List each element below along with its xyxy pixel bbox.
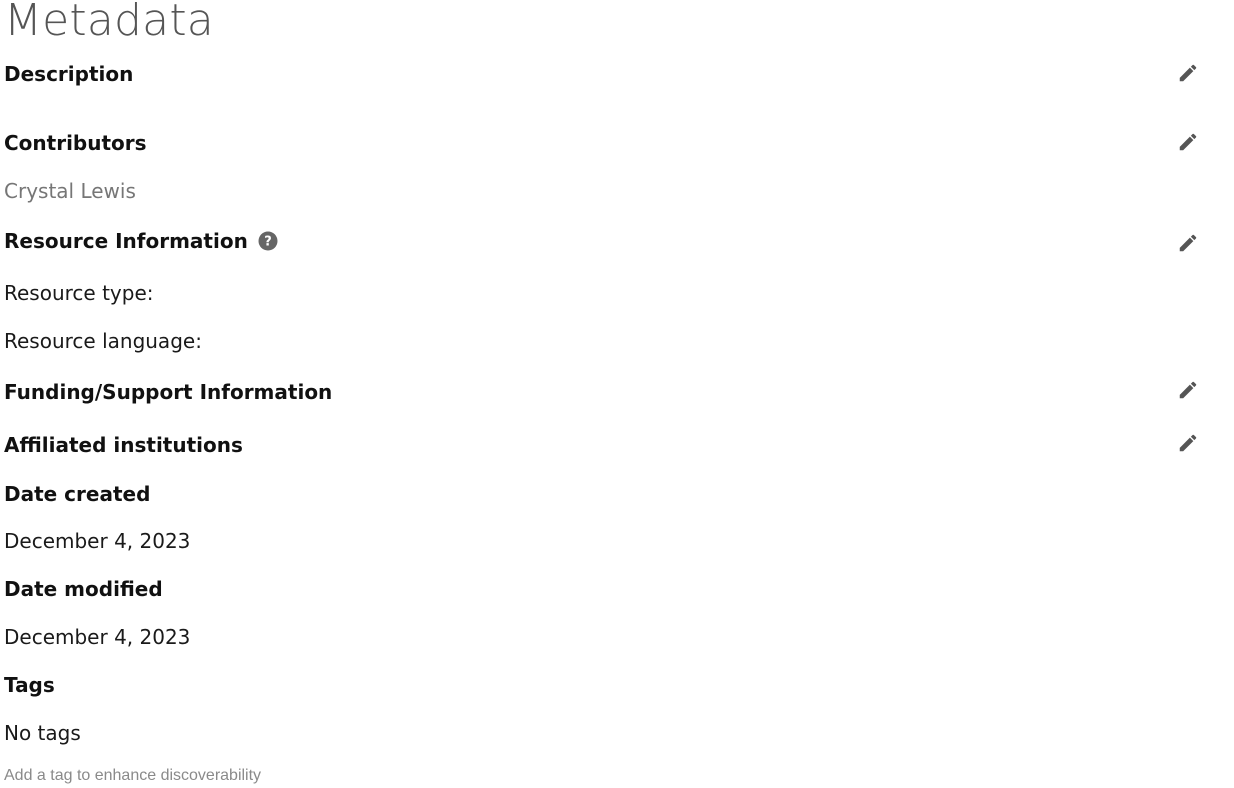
pencil-icon [1179, 434, 1197, 452]
page-title: Metadata [4, 0, 214, 46]
edit-resource-information-button[interactable] [1176, 231, 1200, 255]
date-modified-value: December 4, 2023 [4, 625, 191, 649]
question-circle-icon[interactable]: ? [258, 231, 278, 251]
edit-funding-button[interactable] [1176, 378, 1200, 402]
pencil-icon [1179, 64, 1197, 82]
resource-information-label: Resource Information [4, 229, 248, 253]
description-heading: Description [4, 62, 134, 86]
pencil-icon [1179, 133, 1197, 151]
pencil-icon [1179, 381, 1197, 399]
edit-affiliated-institutions-button[interactable] [1176, 431, 1200, 455]
contributors-heading: Contributors [4, 131, 147, 155]
tags-heading: Tags [4, 673, 55, 697]
tags-value: No tags [4, 721, 81, 745]
resource-type-label: Resource type: [4, 281, 154, 305]
date-created-value: December 4, 2023 [4, 529, 191, 553]
contributor-name[interactable]: Crystal Lewis [4, 178, 136, 204]
pencil-icon [1179, 234, 1197, 252]
edit-description-button[interactable] [1176, 61, 1200, 85]
date-modified-heading: Date modified [4, 577, 163, 601]
resource-language-label: Resource language: [4, 329, 202, 353]
svg-text:?: ? [264, 235, 272, 250]
date-created-heading: Date created [4, 482, 151, 506]
affiliated-institutions-heading: Affiliated institutions [4, 433, 243, 457]
tags-hint: Add a tag to enhance discoverability [4, 767, 262, 784]
edit-contributors-button[interactable] [1176, 130, 1200, 154]
funding-heading: Funding/Support Information [4, 380, 333, 404]
resource-information-heading: Resource Information? [4, 228, 278, 254]
